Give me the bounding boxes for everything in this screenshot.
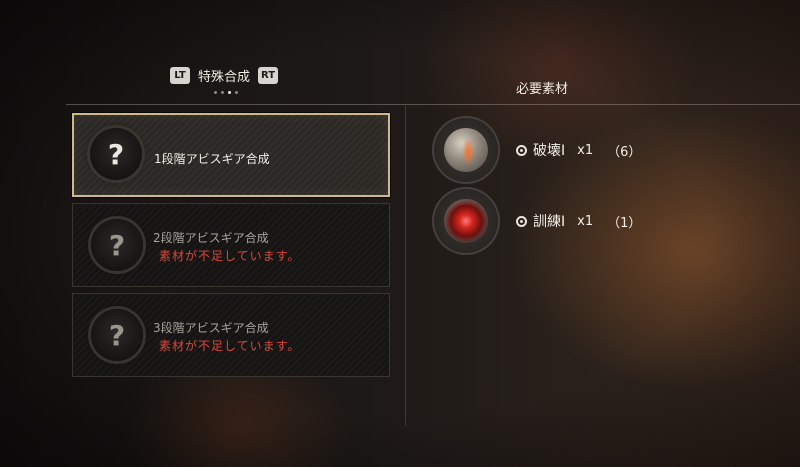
material-name: 破壊I [533,143,566,159]
material-row-destruction[interactable]: 破壊I x1 （6） [432,116,792,184]
page-dot [214,91,217,94]
material-owned-count: （6） [607,144,642,160]
header-divider [66,104,800,105]
recipe-title: 3段階アビスギア合成 [153,321,269,335]
rt-button-icon[interactable]: RT [258,67,279,84]
question-mark-icon: ? [90,128,142,180]
recipe-card-3[interactable]: ? 3段階アビスギア合成 素材が不足しています。 [72,293,390,377]
material-quantity: x1 [577,213,594,229]
recipe-list: ? 1段階アビスギア合成 ? 2段階アビスギア合成 素材が不足しています。 ? … [72,113,390,383]
material-row-training[interactable]: 訓練I x1 （1） [432,187,792,255]
recipe-card-2[interactable]: ? 2段階アビスギア合成 素材が不足しています。 [72,203,390,287]
recipe-title: 2段階アビスギア合成 [153,231,269,245]
page-indicator [214,91,238,94]
material-bullet-icon [516,215,527,227]
training-stone-icon [432,187,500,255]
material-owned-count: （1） [607,215,642,231]
insufficient-materials-warning: 素材が不足しています。 [159,249,301,263]
question-mark-icon: ? [91,219,143,271]
required-materials-title: 必要素材 [516,82,569,97]
material-name: 訓練I [533,214,566,230]
tab-switcher: LT 特殊合成 RT [170,66,279,85]
recipe-title: 1段階アビスギア合成 [154,152,270,166]
page-dot [235,91,238,94]
tab-title: 特殊合成 [198,70,251,85]
material-bullet-icon [516,144,527,156]
panel-divider [405,106,406,426]
destruction-stone-icon [432,116,500,184]
question-mark-icon: ? [91,309,143,361]
material-quantity: x1 [577,142,594,158]
page-dot-active [228,91,231,94]
insufficient-materials-warning: 素材が不足しています。 [159,339,301,353]
page-dot [221,91,224,94]
recipe-card-1[interactable]: ? 1段階アビスギア合成 [72,113,390,197]
lt-button-icon[interactable]: LT [170,67,190,84]
